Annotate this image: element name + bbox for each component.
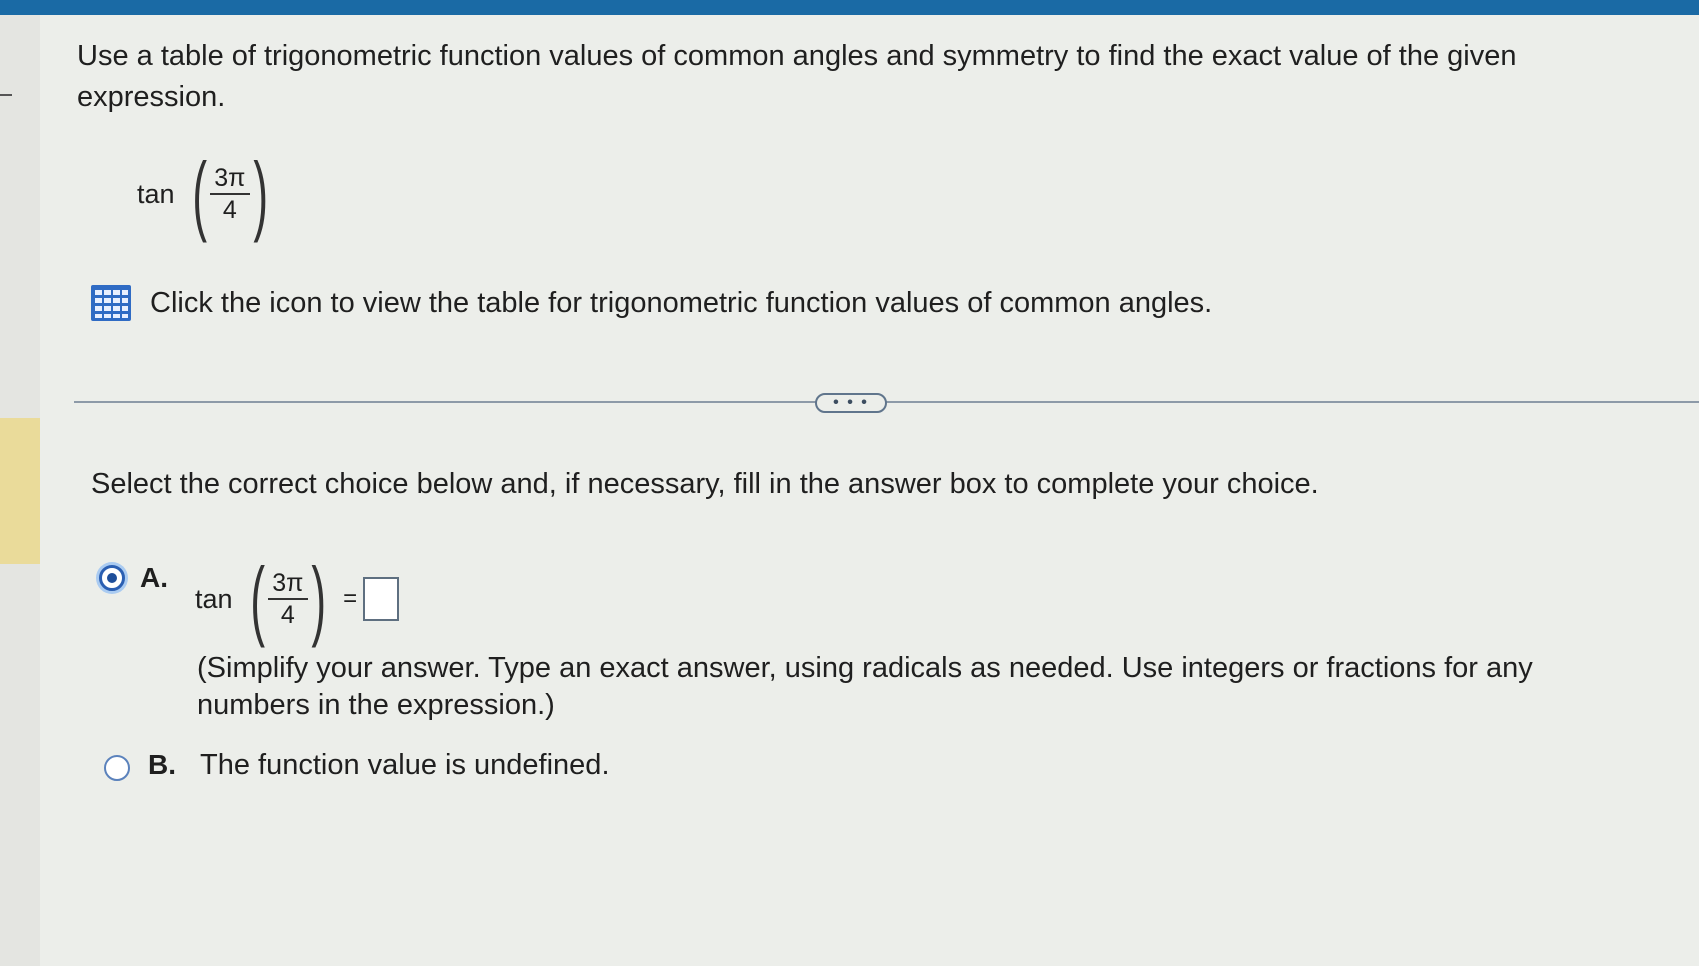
answer-input-box[interactable] <box>363 577 400 621</box>
choice-a-left-paren: ( <box>249 549 265 648</box>
question-text: Use a table of trigonometric function va… <box>77 40 1517 113</box>
table-link[interactable]: Click the icon to view the table for tri… <box>90 284 1212 322</box>
function-name: tan <box>137 178 175 209</box>
fraction-denominator: 4 <box>222 196 237 224</box>
top-bar <box>0 0 1699 15</box>
equals-sign: = <box>343 585 358 612</box>
choice-a-right-paren: ) <box>311 549 326 648</box>
choice-a-radio[interactable] <box>99 565 125 591</box>
fraction-numerator: 3π <box>214 164 246 192</box>
choice-a-numerator: 3π <box>272 569 304 597</box>
right-paren: ) <box>253 144 268 243</box>
choice-b-radio[interactable] <box>104 755 130 781</box>
instruction-text: Select the correct choice below and, if … <box>91 468 1319 500</box>
left-paren: ( <box>191 144 207 243</box>
choice-a-expression: tan ( 3π 4 ) = <box>195 549 400 648</box>
table-link-text[interactable]: Click the icon to view the table for tri… <box>150 287 1212 320</box>
question-expression: tan ( 3π 4 ) <box>137 150 275 238</box>
answer-hint: (Simplify your answer. Type an exact ans… <box>197 652 1533 721</box>
left-margin-tick <box>0 94 12 96</box>
table-grid-icon[interactable] <box>90 284 132 322</box>
choice-a-function-name: tan <box>195 583 233 614</box>
choice-a-letter: A. <box>140 562 168 593</box>
choice-a-denominator: 4 <box>280 601 295 629</box>
choice-b-text[interactable]: The function value is undefined. <box>200 749 610 782</box>
fraction: 3π 4 <box>209 163 250 225</box>
choice-b-letter: B. <box>148 749 176 780</box>
more-options-button[interactable]: • • • <box>815 393 887 413</box>
choice-a-fraction: 3π 4 <box>267 568 308 630</box>
